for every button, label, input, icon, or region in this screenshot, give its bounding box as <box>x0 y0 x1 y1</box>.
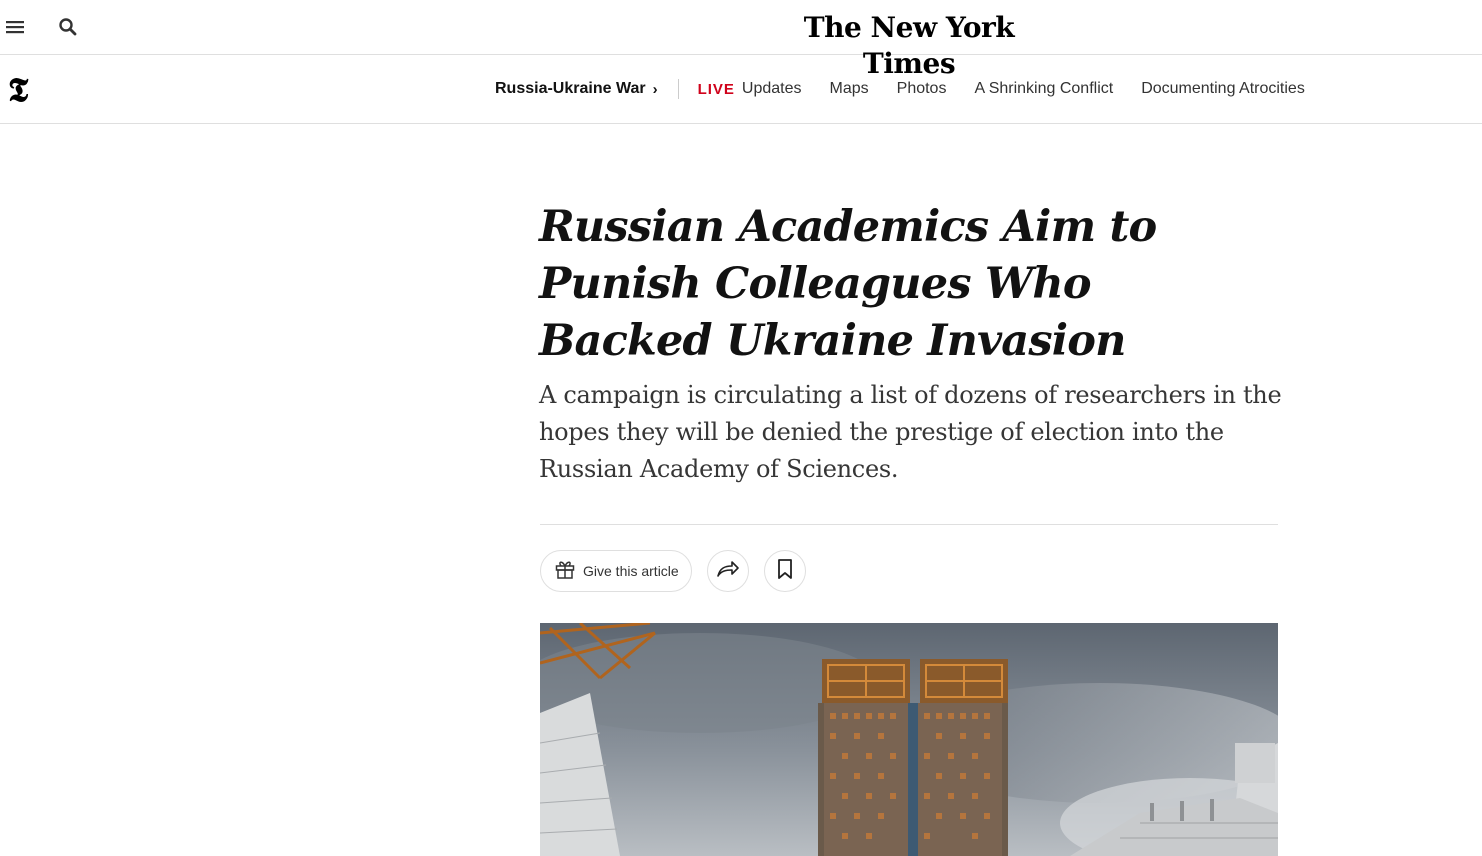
nav-link-photos[interactable]: Photos <box>897 80 947 98</box>
chevron-right-icon: › <box>652 80 658 98</box>
nav-link-documenting-atrocities[interactable]: Documenting Atrocities <box>1141 80 1305 98</box>
save-button[interactable] <box>764 550 806 592</box>
search-icon[interactable] <box>56 15 80 39</box>
nav-live-label: Updates <box>741 80 802 97</box>
article-summary: A campaign is circulating a list of doze… <box>539 381 1282 483</box>
gift-icon <box>553 557 577 586</box>
share-button[interactable] <box>707 550 749 592</box>
article-headline: Russian Academics Aim to Punish Colleagu… <box>539 202 1157 366</box>
hamburger-menu-icon[interactable] <box>4 16 26 38</box>
nav-section-label: Russia-Ukraine War <box>495 80 646 97</box>
section-navigation: 𝕿 Russia-Ukraine War › LIVE Updates Maps… <box>0 55 1482 124</box>
nav-divider <box>677 79 679 99</box>
masthead: The New York Times <box>0 0 1482 80</box>
share-arrow-icon <box>715 558 741 585</box>
give-article-label: Give this article <box>583 563 679 579</box>
nav-section-link[interactable]: Russia-Ukraine War › <box>495 80 658 98</box>
nav-live-updates-link[interactable]: LIVE Updates <box>698 80 802 98</box>
live-badge: LIVE <box>697 80 735 98</box>
nav-link-shrinking-conflict[interactable]: A Shrinking Conflict <box>974 80 1113 98</box>
divider-rule <box>540 524 1278 525</box>
section-nav-items: Russia-Ukraine War › LIVE Updates Maps P… <box>495 77 1305 101</box>
bookmark-icon <box>776 558 794 585</box>
lead-photo <box>540 623 1278 856</box>
nyt-wordmark-logo[interactable]: The New York Times <box>770 10 1048 80</box>
nyt-t-logo-icon[interactable]: 𝕿 <box>8 72 38 108</box>
give-article-button[interactable]: Give this article <box>540 550 692 592</box>
nav-link-maps[interactable]: Maps <box>830 80 869 98</box>
